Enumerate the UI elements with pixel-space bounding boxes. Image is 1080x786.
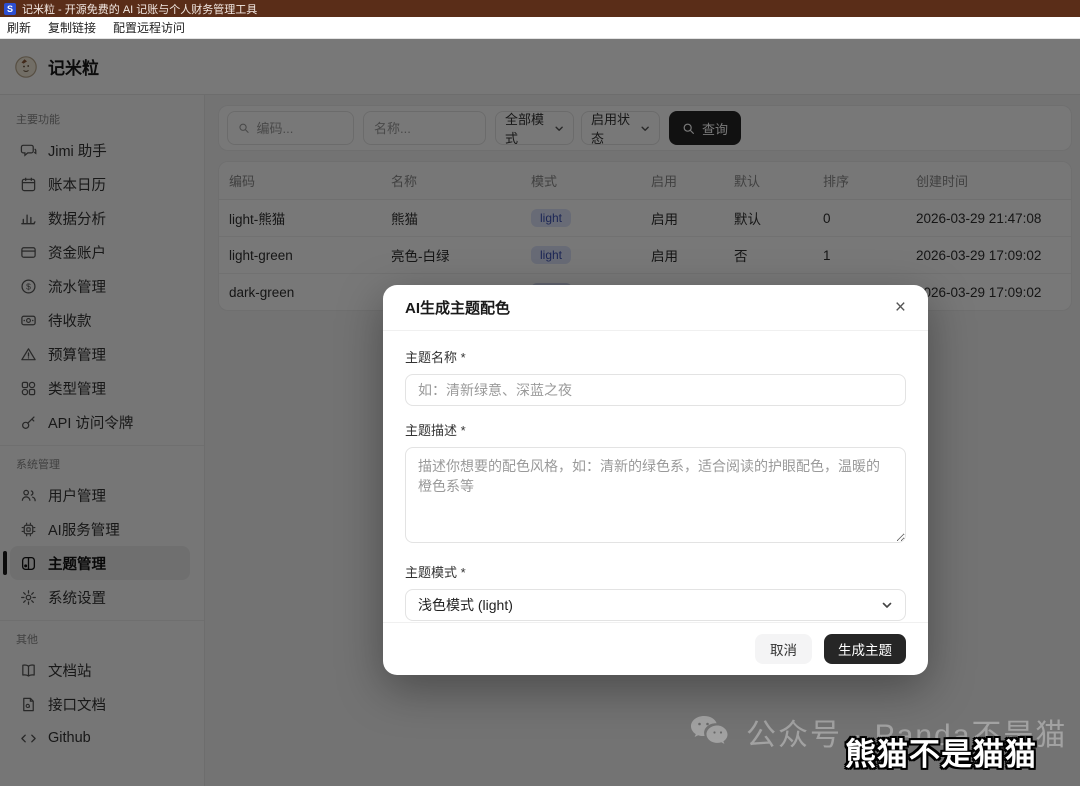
menubar-refresh[interactable]: 刷新 [7,19,31,36]
window-titlebar: S 记米粒 - 开源免费的 AI 记账与个人财务管理工具 [0,0,1080,17]
modal-body: 主题名称 * 主题描述 * 主题模式 * 浅色模式 (light) [383,331,928,622]
modal-header: AI生成主题配色 × [383,285,928,331]
chevron-down-icon [881,599,893,611]
theme-mode-label: 主题模式 * [405,565,466,580]
theme-desc-textarea[interactable] [405,447,906,543]
theme-desc-label: 主题描述 * [405,423,466,438]
window-title: 记米粒 - 开源免费的 AI 记账与个人财务管理工具 [22,3,258,16]
menubar: 刷新 复制链接 配置远程访问 [0,17,1080,39]
panda-watermark: 熊猫不是猫猫 [845,737,1037,772]
menubar-copy-link[interactable]: 复制链接 [48,19,96,36]
cancel-button[interactable]: 取消 [755,634,812,664]
theme-mode-value: 浅色模式 (light) [418,597,513,613]
menubar-remote-access[interactable]: 配置远程访问 [113,19,185,36]
ai-theme-modal: AI生成主题配色 × 主题名称 * 主题描述 * 主题模式 * 浅色模式 (li… [383,285,928,675]
wechat-icon [688,713,732,751]
window-favicon-icon: S [4,2,16,15]
theme-mode-select[interactable]: 浅色模式 (light) [405,589,906,621]
modal-title: AI生成主题配色 [405,300,511,317]
theme-name-input[interactable] [405,374,906,406]
modal-footer: 取消 生成主题 [383,622,928,675]
theme-name-label: 主题名称 * [405,350,466,365]
close-icon[interactable]: × [895,298,906,317]
generate-theme-button[interactable]: 生成主题 [824,634,906,664]
